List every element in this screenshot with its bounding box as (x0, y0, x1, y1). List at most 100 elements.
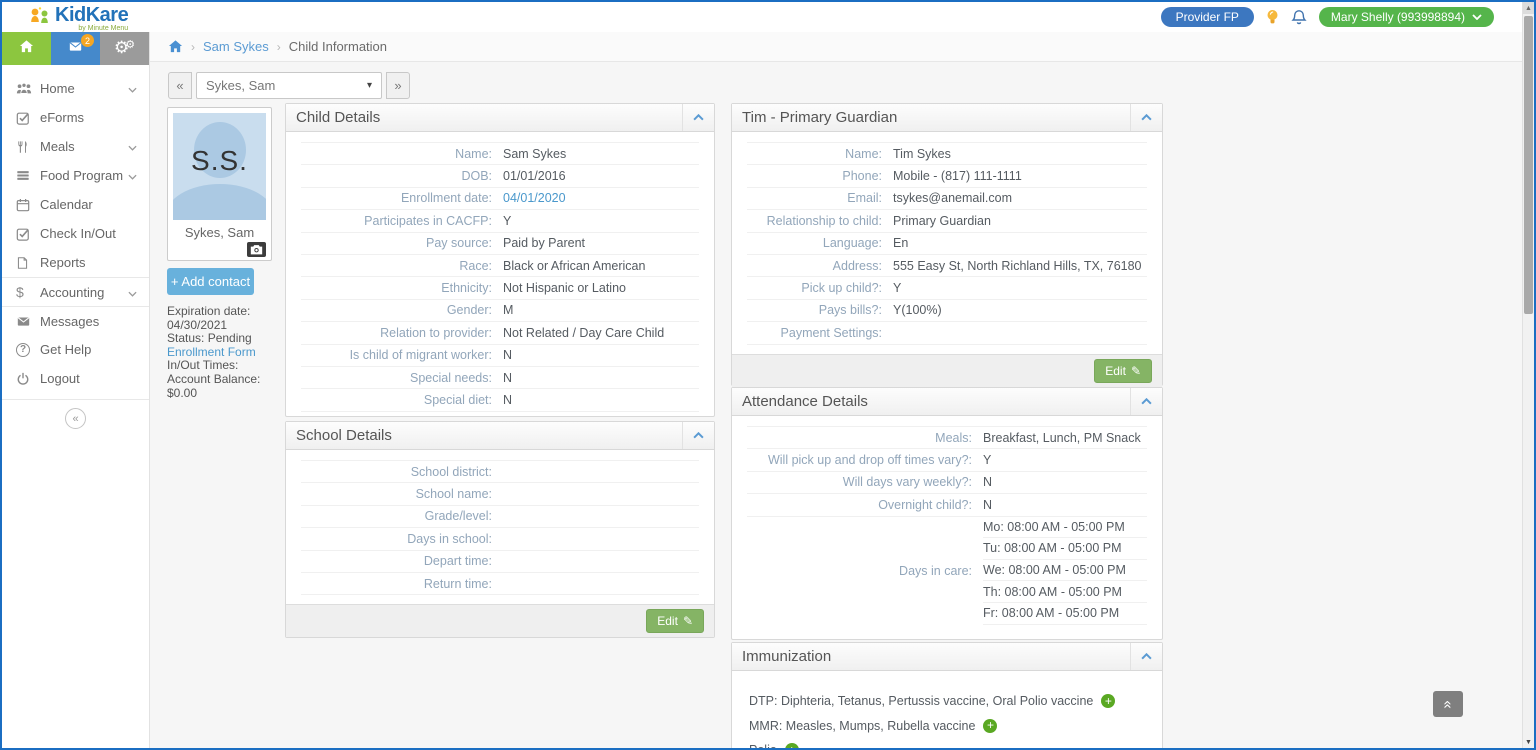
child-selector: « Sykes, Sam ▾ » (168, 72, 410, 99)
scrollbar-thumb[interactable] (1524, 16, 1533, 314)
field-label: Race: (459, 258, 492, 273)
collapse-panel-button[interactable] (682, 422, 714, 449)
add-contact-button[interactable]: + Add contact (167, 268, 254, 295)
sidebar-item-label: Get Help (40, 342, 92, 357)
field-value: Tim Sykes (893, 146, 951, 161)
add-immunization-icon[interactable]: + (1101, 694, 1116, 709)
field-label: Will pick up and drop off times vary?: (767, 453, 972, 468)
sidebar-collapse-row: « (2, 399, 149, 437)
detail-row: Relationship to child: Primary Guardian (747, 210, 1147, 233)
sidebar-item-label: Home (40, 81, 75, 96)
bell-icon[interactable] (1291, 9, 1307, 25)
breadcrumb-current-page: Child Information (288, 39, 388, 54)
sidebar-tab-envelope[interactable]: 2 (51, 32, 100, 65)
detail-row: DOB: 01/01/2016 (301, 165, 699, 188)
logo-subtitle: by Minute Menu (78, 24, 129, 32)
school-details-rows: School district: School name: Grade/level:… (301, 460, 699, 596)
edit-school-button[interactable]: Edit ✎ (646, 609, 704, 634)
field-label: Special diet: (423, 392, 492, 407)
collapse-panel-button[interactable] (682, 104, 714, 131)
child-details-rows: Name: Sam Sykes DOB: 01/01/2016 Enrollment d… (301, 142, 699, 412)
sidebar-item-eforms[interactable]: eForms (2, 103, 149, 132)
detail-row: Address: 555 Easy St, North Richland Hill… (747, 255, 1147, 278)
field-value: Y(100%) (893, 303, 942, 318)
vertical-scrollbar[interactable]: ▲ ▼ (1522, 2, 1534, 748)
sidebar-item-messages[interactable]: Messages (2, 306, 149, 335)
field-label: Phone: (842, 169, 882, 184)
immunization-label: MMR: Measles, Mumps, Rubella vaccine (749, 718, 976, 733)
sidebar-tab-home[interactable] (2, 32, 51, 65)
avatar-initials: S.S. (191, 145, 248, 176)
sidebar-item-home[interactable]: Home (2, 74, 149, 103)
collapse-panel-button[interactable] (1130, 104, 1162, 131)
dollar-icon: $ (16, 284, 24, 300)
child-select-dropdown[interactable]: Sykes, Sam ▾ (196, 72, 382, 99)
scrollbar-up-arrow[interactable]: ▲ (1523, 2, 1534, 14)
field-label: Address: (832, 258, 882, 273)
scrollbar-down-arrow[interactable]: ▼ (1523, 736, 1534, 748)
field-label: Enrollment date: (400, 191, 492, 206)
sidebar-item-check-in-out[interactable]: Check In/Out (2, 219, 149, 248)
sidebar-item-reports[interactable]: Reports (2, 248, 149, 277)
field-value: N (983, 475, 993, 490)
field-label: Ethnicity: (441, 281, 492, 296)
detail-row: Race: Black or African American (301, 255, 699, 278)
breadcrumb-child-name[interactable]: Sam Sykes (203, 39, 269, 54)
sidebar-item-calendar[interactable]: Calendar (2, 190, 149, 219)
day-in-care-row: We: 08:00 AM - 05:00 PM (983, 560, 1147, 582)
immunization-label: DTP: Diphteria, Tetanus, Pertussis vacci… (749, 694, 1094, 709)
detail-row: Enrollment date: 04/01/2020 (301, 188, 699, 211)
field-value: N (503, 370, 513, 385)
add-immunization-icon[interactable]: + (983, 718, 998, 733)
enrollment-form-link[interactable]: Enrollment Form (167, 345, 287, 360)
field-value: Not Hispanic or Latino (503, 281, 626, 296)
sidebar-collapse-button[interactable]: « (65, 408, 86, 429)
scroll-to-top-button[interactable]: « (1433, 691, 1463, 717)
sidebar-item-logout[interactable]: Logout (2, 364, 149, 393)
detail-row: Ethnicity: Not Hispanic or Latino (301, 277, 699, 300)
add-immunization-icon[interactable]: + (784, 743, 799, 748)
field-value: En (893, 236, 909, 251)
sidebar-item-accounting[interactable]: $ Accounting (2, 277, 149, 306)
field-value: Mobile - (817) 111-1111 (893, 169, 1022, 184)
field-label: Gender: (446, 303, 492, 318)
field-label: Email: (847, 191, 882, 206)
school-details-panel: School Details School district: School na… (285, 421, 715, 638)
sidebar-tab-gears[interactable]: ⚙⚙ (100, 32, 149, 65)
chevron-down-icon (1472, 14, 1482, 20)
field-label: Language: (822, 236, 882, 251)
pencil-icon: ✎ (1130, 363, 1141, 378)
detail-row: Grade/level: (301, 506, 699, 529)
field-value[interactable]: 04/01/2020 (503, 191, 699, 205)
field-label: Will days vary weekly?: (842, 475, 972, 490)
chevron-down-icon (128, 168, 137, 183)
sidebar-item-food-program[interactable]: Food Program (2, 161, 149, 190)
pencil-icon: ✎ (682, 614, 693, 629)
main-content: › Sam Sykes › Child Information « Sykes,… (150, 32, 1534, 748)
camera-icon[interactable] (247, 242, 266, 257)
child-name-label: Sykes, Sam (184, 225, 255, 240)
collapse-panel-button[interactable] (1130, 643, 1162, 670)
detail-row: Email: tsykes@anemail.com (747, 188, 1147, 211)
panel-title: Tim - Primary Guardian (742, 109, 898, 126)
sidebar-item-meals[interactable]: Meals (2, 132, 149, 161)
previous-child-button[interactable]: « (168, 72, 192, 99)
next-child-button[interactable]: » (386, 72, 410, 99)
provider-badge[interactable]: Provider FP (1160, 7, 1254, 27)
lightbulb-icon[interactable] (1266, 9, 1279, 25)
question-circle-icon: ? (16, 342, 40, 357)
detail-row: Pay source: Paid by Parent (301, 233, 699, 255)
collapse-panel-button[interactable] (1130, 388, 1162, 415)
user-menu[interactable]: Mary Shelly (993998894) (1318, 7, 1494, 27)
profile-info-line: Expiration date: (167, 304, 251, 318)
detail-row: Special needs: N (301, 367, 699, 390)
immunization-list: DTP: Diphteria, Tetanus, Pertussis vacci… (747, 671, 1147, 748)
sidebar-item-get-help[interactable]: ? Get Help (2, 335, 149, 364)
breadcrumb-separator: › (276, 39, 281, 54)
field-value: 555 Easy St, North Richland Hills, TX, 7… (893, 258, 1142, 273)
detail-row: Will pick up and drop off times vary?: Y (747, 449, 1147, 472)
detail-row: Meals: Breakfast, Lunch, PM Snack (747, 427, 1147, 450)
home-icon[interactable] (168, 39, 183, 54)
edit-guardian-button[interactable]: Edit ✎ (1094, 358, 1152, 383)
field-value: N (503, 348, 513, 363)
